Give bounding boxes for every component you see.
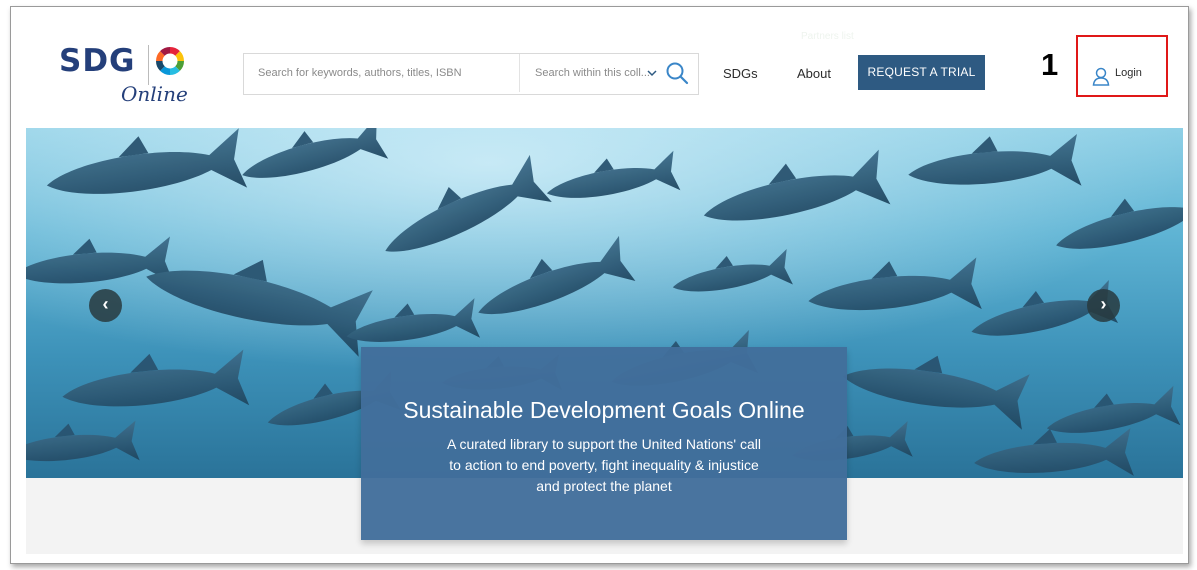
annotation-number: 1 xyxy=(1041,47,1059,82)
user-icon[interactable] xyxy=(1091,66,1111,86)
sdg-online-logo[interactable]: SDG Online xyxy=(59,43,209,113)
site-header: SDG Online Search within th xyxy=(11,7,1188,128)
chevron-left-icon[interactable]: ‹ xyxy=(89,289,122,322)
logo-text: SDG xyxy=(59,43,136,79)
nav-about-link[interactable]: About xyxy=(797,66,831,81)
search-icon[interactable] xyxy=(664,60,690,86)
logo-subtext: Online xyxy=(121,82,188,106)
browser-page: SDG Online Search within th xyxy=(10,6,1189,564)
nav-sdgs-link[interactable]: SDGs xyxy=(723,66,758,81)
hero-title: Sustainable Development Goals Online xyxy=(403,397,805,423)
search-input[interactable] xyxy=(244,54,519,92)
logo-divider xyxy=(148,45,149,85)
faint-header-text: Partners list xyxy=(801,31,854,42)
search-scope-label: Search within this coll... xyxy=(535,67,650,79)
request-trial-button[interactable]: REQUEST A TRIAL xyxy=(858,55,985,90)
login-link[interactable]: Login xyxy=(1115,67,1142,79)
chevron-down-icon xyxy=(647,70,657,77)
search-scope-dropdown[interactable]: Search within this coll... xyxy=(520,54,660,92)
chevron-right-icon[interactable]: › xyxy=(1087,289,1120,322)
hero-subtitle: A curated library to support the United … xyxy=(447,436,761,494)
hero-caption-panel: Sustainable Development Goals Online A c… xyxy=(361,347,847,540)
search-bar: Search within this coll... xyxy=(243,53,699,95)
sdg-wheel-icon xyxy=(156,47,184,75)
annotation-highlight-box xyxy=(1076,35,1168,97)
